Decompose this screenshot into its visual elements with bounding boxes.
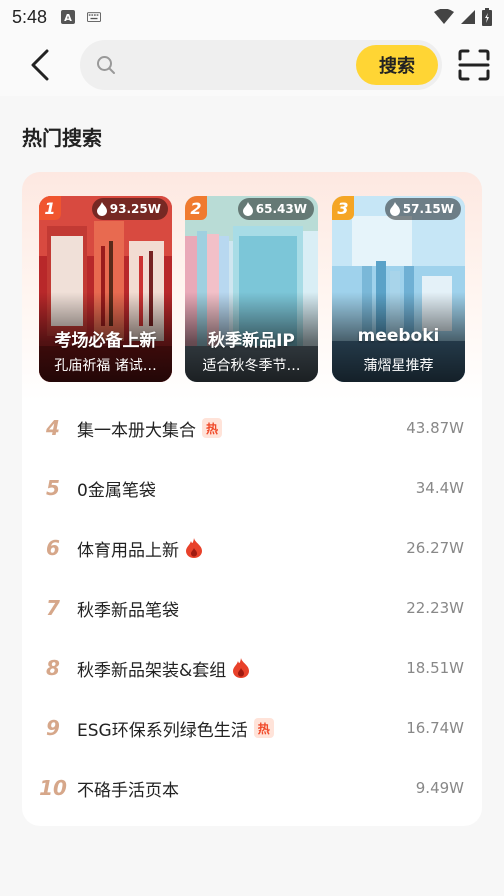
- wifi-icon: [434, 9, 454, 24]
- featured-rank-2: 2: [185, 196, 207, 220]
- list-label: 集一本册大集合 热: [77, 416, 222, 441]
- hot-badge: 热: [202, 418, 222, 438]
- list-label-text: 集一本册大集合: [77, 420, 196, 441]
- search-icon: [97, 56, 115, 74]
- back-button[interactable]: [22, 47, 58, 83]
- search-button[interactable]: 搜索: [356, 45, 438, 85]
- featured-heat-3: 57.15W: [384, 198, 461, 220]
- list-heat: 34.4W: [415, 479, 464, 497]
- list-rank: 9: [46, 716, 60, 740]
- featured-rank-1: 1: [39, 196, 61, 220]
- signal-icon: [461, 10, 475, 24]
- flame-icon: [242, 202, 253, 216]
- list-label-text: 0金属笔袋: [77, 480, 156, 501]
- list-rank: 7: [46, 596, 60, 620]
- featured-heat-2: 65.43W: [237, 198, 314, 220]
- list-rank: 5: [46, 476, 60, 500]
- scan-button[interactable]: [454, 46, 494, 84]
- scan-icon: [458, 49, 490, 81]
- search-box[interactable]: 搜索: [80, 40, 442, 90]
- featured-rank-3: 3: [332, 196, 354, 220]
- list-heat: 16.74W: [406, 719, 464, 737]
- featured-subtitle-1: 孔庙祈福 诸试…: [54, 358, 157, 374]
- list-label-text: 不硌手活页本: [77, 780, 179, 801]
- featured-subtitle-3: 蒲熠星推荐: [363, 358, 434, 374]
- list-item[interactable]: 7 秋季新品笔袋 22.23W: [22, 578, 482, 638]
- notification-a-icon: A: [61, 10, 76, 24]
- list-label: 体育用品上新: [77, 536, 203, 561]
- list-label: 不硌手活页本: [77, 776, 179, 801]
- svg-text:A: A: [64, 13, 72, 24]
- hot-search-card: 1 93.25W 考场必备上新 孔庙祈福 诸试… 2 65.43W 秋季新品IP…: [22, 172, 482, 826]
- list-rank: 8: [46, 656, 60, 680]
- list-label: 秋季新品架装&套组: [77, 656, 250, 681]
- featured-item-2[interactable]: 2 65.43W 秋季新品IP 适合秋冬季节…: [185, 196, 318, 382]
- featured-title-3: meeboki: [357, 326, 440, 346]
- featured-subtitle-2: 适合秋冬季节…: [202, 358, 301, 374]
- featured-heat-value: 93.25W: [109, 202, 161, 216]
- featured-heat-value: 57.15W: [402, 202, 454, 216]
- featured-item-3[interactable]: 3 57.15W meeboki 蒲熠星推荐: [332, 196, 465, 382]
- list-label: 0金属笔袋: [77, 476, 156, 501]
- list-heat: 22.23W: [406, 599, 464, 617]
- search-input[interactable]: [124, 50, 344, 80]
- hot-search-title: 热门搜索: [22, 126, 102, 150]
- featured-item-1[interactable]: 1 93.25W 考场必备上新 孔庙祈福 诸试…: [39, 196, 172, 382]
- keyboard-icon: [87, 10, 102, 24]
- flame-icon: [96, 202, 107, 216]
- list-heat: 9.49W: [415, 779, 464, 797]
- list-heat: 43.87W: [406, 419, 464, 437]
- status-time: 5:48: [12, 6, 48, 27]
- status-bar: 5:48 A: [0, 0, 504, 34]
- list-label-text: 秋季新品笔袋: [77, 600, 179, 621]
- featured-title-2: 秋季新品IP: [208, 331, 295, 351]
- top-bar: 搜索: [0, 34, 504, 96]
- list-heat: 18.51W: [406, 659, 464, 677]
- list-label-text: 秋季新品架装&套组: [77, 660, 227, 681]
- battery-icon: [482, 8, 492, 26]
- chevron-left-icon: [31, 49, 49, 81]
- featured-heat-1: 93.25W: [91, 198, 168, 220]
- hot-badge: 热: [253, 718, 274, 738]
- list-label-text: 体育用品上新: [77, 540, 179, 561]
- list-item[interactable]: 5 0金属笔袋 34.4W: [22, 458, 482, 518]
- list-label: 秋季新品笔袋: [77, 596, 179, 621]
- list-item[interactable]: 10 不硌手活页本 9.49W: [22, 758, 482, 818]
- flame-icon: [186, 538, 202, 558]
- list-item[interactable]: 8 秋季新品架装&套组 18.51W: [22, 638, 482, 698]
- featured-title-1: 考场必备上新: [54, 331, 157, 351]
- list-item[interactable]: 4 集一本册大集合 热 43.87W: [22, 398, 482, 458]
- featured-heat-value: 65.43W: [255, 202, 307, 216]
- list-item[interactable]: 9 ESG环保系列绿色生活 热 16.74W: [22, 698, 482, 758]
- list-label: ESG环保系列绿色生活 热: [77, 716, 274, 741]
- list-heat: 26.27W: [406, 539, 464, 557]
- flame-icon: [233, 658, 250, 678]
- list-rank: 6: [46, 536, 60, 560]
- flame-icon: [389, 202, 400, 216]
- list-label-text: ESG环保系列绿色生活: [77, 720, 248, 741]
- status-indicators: [434, 8, 492, 26]
- list-rank: 4: [46, 416, 60, 440]
- list-item[interactable]: 6 体育用品上新 26.27W: [22, 518, 482, 578]
- list-rank: 10: [39, 776, 67, 800]
- featured-row: 1 93.25W 考场必备上新 孔庙祈福 诸试… 2 65.43W 秋季新品IP…: [39, 196, 465, 382]
